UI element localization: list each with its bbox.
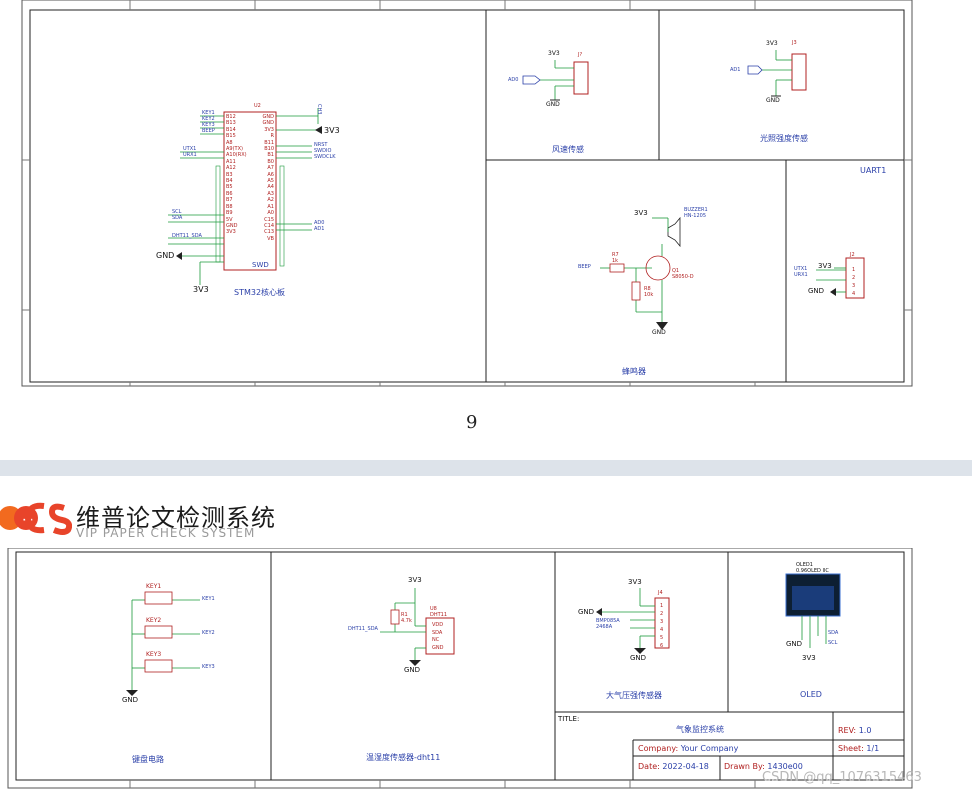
wind-title: 风速传感 <box>552 145 584 154</box>
uart-nets: UTX1 URX1 <box>794 266 808 278</box>
mcu-ref: U2 <box>254 103 261 109</box>
tb-title-value: 气象监控系统 <box>676 725 724 734</box>
mcu-adc-nets: AD0 AD1 <box>314 220 325 232</box>
tb-company: Company: Your Company <box>638 744 739 753</box>
bottom-schematic-sheet: KEY1 KEY2 KEY3 KEY1 KEY2 KEY3 GND 键盘电路 3… <box>0 547 972 794</box>
tb-title-label: TITLE: <box>558 715 580 723</box>
dht-power: 3V3 <box>408 576 422 584</box>
key1-label: KEY1 <box>146 583 162 590</box>
mcu-ch3-net: CH3 <box>316 104 322 115</box>
buzzer-title: 蜂鸣器 <box>622 367 646 376</box>
dht-ref: U8 DHT11 <box>430 606 448 618</box>
tb-date: Date: 2022-04-18 <box>638 762 709 771</box>
tb-sheet: Sheet: 1/1 <box>838 744 880 753</box>
buzzer-r7: R7 1k <box>612 252 619 264</box>
dht-gnd: GND <box>404 666 421 674</box>
vip-logo-en: VIP PAPER CHECK SYSTEM <box>76 526 256 540</box>
top-schematic-sheet: U2 KEY1 KEY2 KEY3 BEEP UTX1 URX1 SCL SDA… <box>0 0 972 400</box>
oled-scl: SCL <box>828 640 838 646</box>
csdn-watermark: CSDN @qq_1076315463 <box>762 770 922 785</box>
buzzer-q1: Q1 S8050-D <box>672 268 694 280</box>
uv-title: 光照强度传感 <box>760 134 808 143</box>
uv-net: AD1 <box>730 67 741 73</box>
vip-logo: + 维普论文检测系统 VIP PAPER CHECK SYSTEM <box>0 496 300 544</box>
dht-net: DHT11_SDA <box>348 626 378 632</box>
top-sheet-frame <box>21 0 913 387</box>
oled-gnd: GND <box>786 640 803 648</box>
mcu-dht-net: DHT11_SDA <box>172 233 202 239</box>
oled-power: 3V3 <box>802 654 816 662</box>
tb-rev: REV: 1.0 <box>838 726 872 735</box>
key2-net: KEY2 <box>202 630 215 636</box>
mcu-uart-nets: UTX1 URX1 <box>183 146 197 158</box>
baro-title: 大气压强传感器 <box>606 691 662 700</box>
buzzer-r8: R8 10k <box>644 286 654 298</box>
baro-power: 3V3 <box>628 578 642 586</box>
buzzer-gnd: GND <box>652 329 666 336</box>
mcu-right-pins: GND GND 3V3 R B11 B10 B1 B0 A7 A6 A5 A4 A3 A2 A… <box>262 114 274 242</box>
uv-power: 3V3 <box>766 40 778 47</box>
page-separator <box>0 460 972 476</box>
uv-gnd: GND <box>766 97 780 104</box>
mcu-left-pins: B12 B13 B14 B15 A8 A9(TX) A10(RX) A11 A12 B3 … <box>226 114 247 236</box>
oled-ref: OLED1 0.96OLED IIC <box>796 562 829 574</box>
uart-gnd: GND <box>808 287 825 295</box>
buzzer-net: BEEP <box>578 264 591 270</box>
key3-net: KEY3 <box>202 664 215 670</box>
vip-logo-mark: + <box>0 502 72 535</box>
oled-sda: SDA <box>828 630 839 636</box>
buzzer-power: 3V3 <box>634 209 648 217</box>
mcu-3v3-label: 3V3 <box>193 285 209 294</box>
key2-label: KEY2 <box>146 617 162 624</box>
uv-ref: J3 <box>792 40 797 46</box>
uart-title: UART1 <box>860 166 887 175</box>
baro-gnd-left: GND <box>578 608 595 616</box>
mcu-key-nets: KEY1 KEY2 KEY3 BEEP <box>202 110 215 134</box>
mcu-name: STM32核心板 <box>234 288 286 297</box>
mcu-gnd-label: GND <box>156 251 175 260</box>
mcu-debug-nets: NRST SWDIO SWDCLK <box>314 142 336 160</box>
buzzer-part: BUZZER1 HN-1205 <box>684 207 708 219</box>
baro-pins: 12 34 56 <box>660 603 664 649</box>
wind-gnd: GND <box>546 101 560 108</box>
baro-nets: BMP085A 2468A <box>596 618 620 630</box>
wind-net: AD0 <box>508 77 519 83</box>
oled-title: OLED <box>800 690 822 699</box>
keys-title: 键盘电路 <box>132 755 164 764</box>
key3-label: KEY3 <box>146 651 162 658</box>
wind-power: 3V3 <box>548 50 560 57</box>
uart-ref: J2 <box>850 252 855 258</box>
mcu-i2c-nets: SCL SDA <box>172 209 183 221</box>
dht-resistor: R1 4.7k <box>401 612 412 624</box>
page-number: 9 <box>466 412 478 433</box>
baro-ref: J4 <box>658 590 663 596</box>
dht-pins: VDD SDA NC GND <box>432 622 444 651</box>
wind-ref: J? <box>578 52 583 58</box>
keys-gnd: GND <box>122 696 139 704</box>
uart-pins: 12 34 <box>852 267 856 297</box>
baro-gnd: GND <box>630 654 647 662</box>
key1-net: KEY1 <box>202 596 215 602</box>
uart-power: 3V3 <box>818 262 832 270</box>
mcu-swd-label: SWD <box>252 261 269 269</box>
mcu-3v3-right: 3V3 <box>324 126 340 135</box>
dht-title: 温湿度传感器-dht11 <box>366 753 441 762</box>
